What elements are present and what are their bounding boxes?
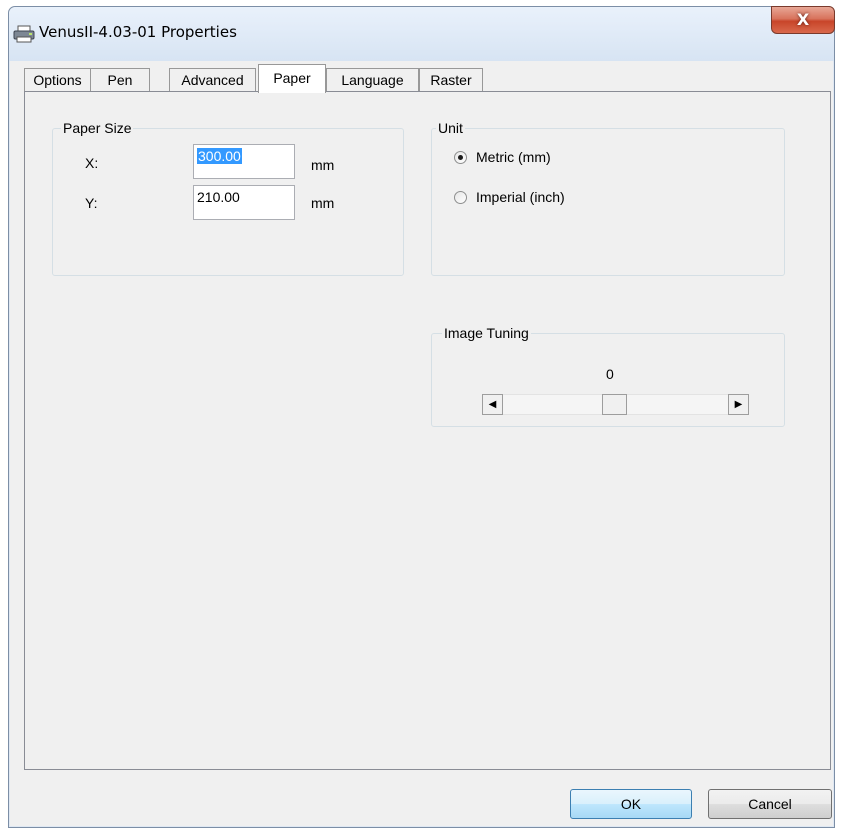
metric-label: Metric (mm) <box>476 149 551 165</box>
paper-x-value: 300.00 <box>197 148 242 164</box>
paper-x-input[interactable]: 300.00 <box>193 144 295 179</box>
arrow-right-icon: ▶ <box>734 399 743 410</box>
tab-pen[interactable]: Pen <box>90 68 150 91</box>
paper-y-input[interactable]: 210.00 <box>193 185 295 220</box>
tab-panel-paper: Paper Size X: 300.00 mm Y: 210.00 mm Uni… <box>24 91 831 770</box>
tab-language[interactable]: Language <box>326 68 419 91</box>
ok-button[interactable]: OK <box>570 789 692 819</box>
paper-size-group: Paper Size X: 300.00 mm Y: 210.00 mm <box>52 120 404 276</box>
imperial-label: Imperial (inch) <box>476 189 565 205</box>
tab-label: Pen <box>107 72 133 88</box>
tab-raster[interactable]: Raster <box>419 68 483 91</box>
imperial-radio[interactable] <box>454 191 467 204</box>
ok-label: OK <box>620 796 642 812</box>
unit-group: Unit Metric (mm) Imperial (inch) <box>431 120 785 276</box>
tab-label: Advanced <box>181 72 244 88</box>
printer-icon <box>13 25 35 43</box>
y-unit-label: mm <box>311 195 335 211</box>
unit-label: Unit <box>436 120 465 136</box>
image-tuning-label: Image Tuning <box>442 325 531 341</box>
scroll-right-button[interactable]: ▶ <box>728 394 749 415</box>
unit-option-imperial[interactable]: Imperial (inch) <box>450 187 650 207</box>
slider-thumb[interactable] <box>602 394 627 415</box>
cancel-button[interactable]: Cancel <box>708 789 832 819</box>
close-button[interactable]: X <box>771 6 835 34</box>
tab-label: Language <box>341 72 404 88</box>
image-tuning-group: Image Tuning 0 ◀ ▶ <box>431 325 785 427</box>
properties-dialog: VenusII-4.03-01 Properties X Options Pen… <box>8 6 835 828</box>
tab-label: Paper <box>273 70 311 86</box>
tab-paper[interactable]: Paper <box>258 64 326 93</box>
metric-radio[interactable] <box>454 151 467 164</box>
arrow-left-icon: ◀ <box>488 399 497 410</box>
image-tuning-slider[interactable]: ◀ ▶ <box>482 394 749 415</box>
image-tuning-value: 0 <box>606 366 614 382</box>
paper-y-value: 210.00 <box>197 189 240 205</box>
window-title: VenusII-4.03-01 Properties <box>39 23 237 41</box>
tab-label: Raster <box>430 72 472 88</box>
x-label: X: <box>85 155 99 171</box>
paper-size-label: Paper Size <box>61 120 134 136</box>
scroll-left-button[interactable]: ◀ <box>482 394 503 415</box>
tab-label: Options <box>33 72 82 88</box>
tab-advanced[interactable]: Advanced <box>169 68 256 91</box>
title-bar[interactable]: VenusII-4.03-01 Properties X <box>9 6 835 61</box>
x-unit-label: mm <box>311 157 335 173</box>
unit-option-metric[interactable]: Metric (mm) <box>450 147 650 167</box>
tab-options[interactable]: Options <box>24 68 91 91</box>
cancel-label: Cancel <box>748 796 792 812</box>
y-label: Y: <box>85 195 98 211</box>
dialog-client-area: Options Pen Advanced Paper Language Rast… <box>10 61 833 826</box>
close-icon: X <box>796 10 810 29</box>
